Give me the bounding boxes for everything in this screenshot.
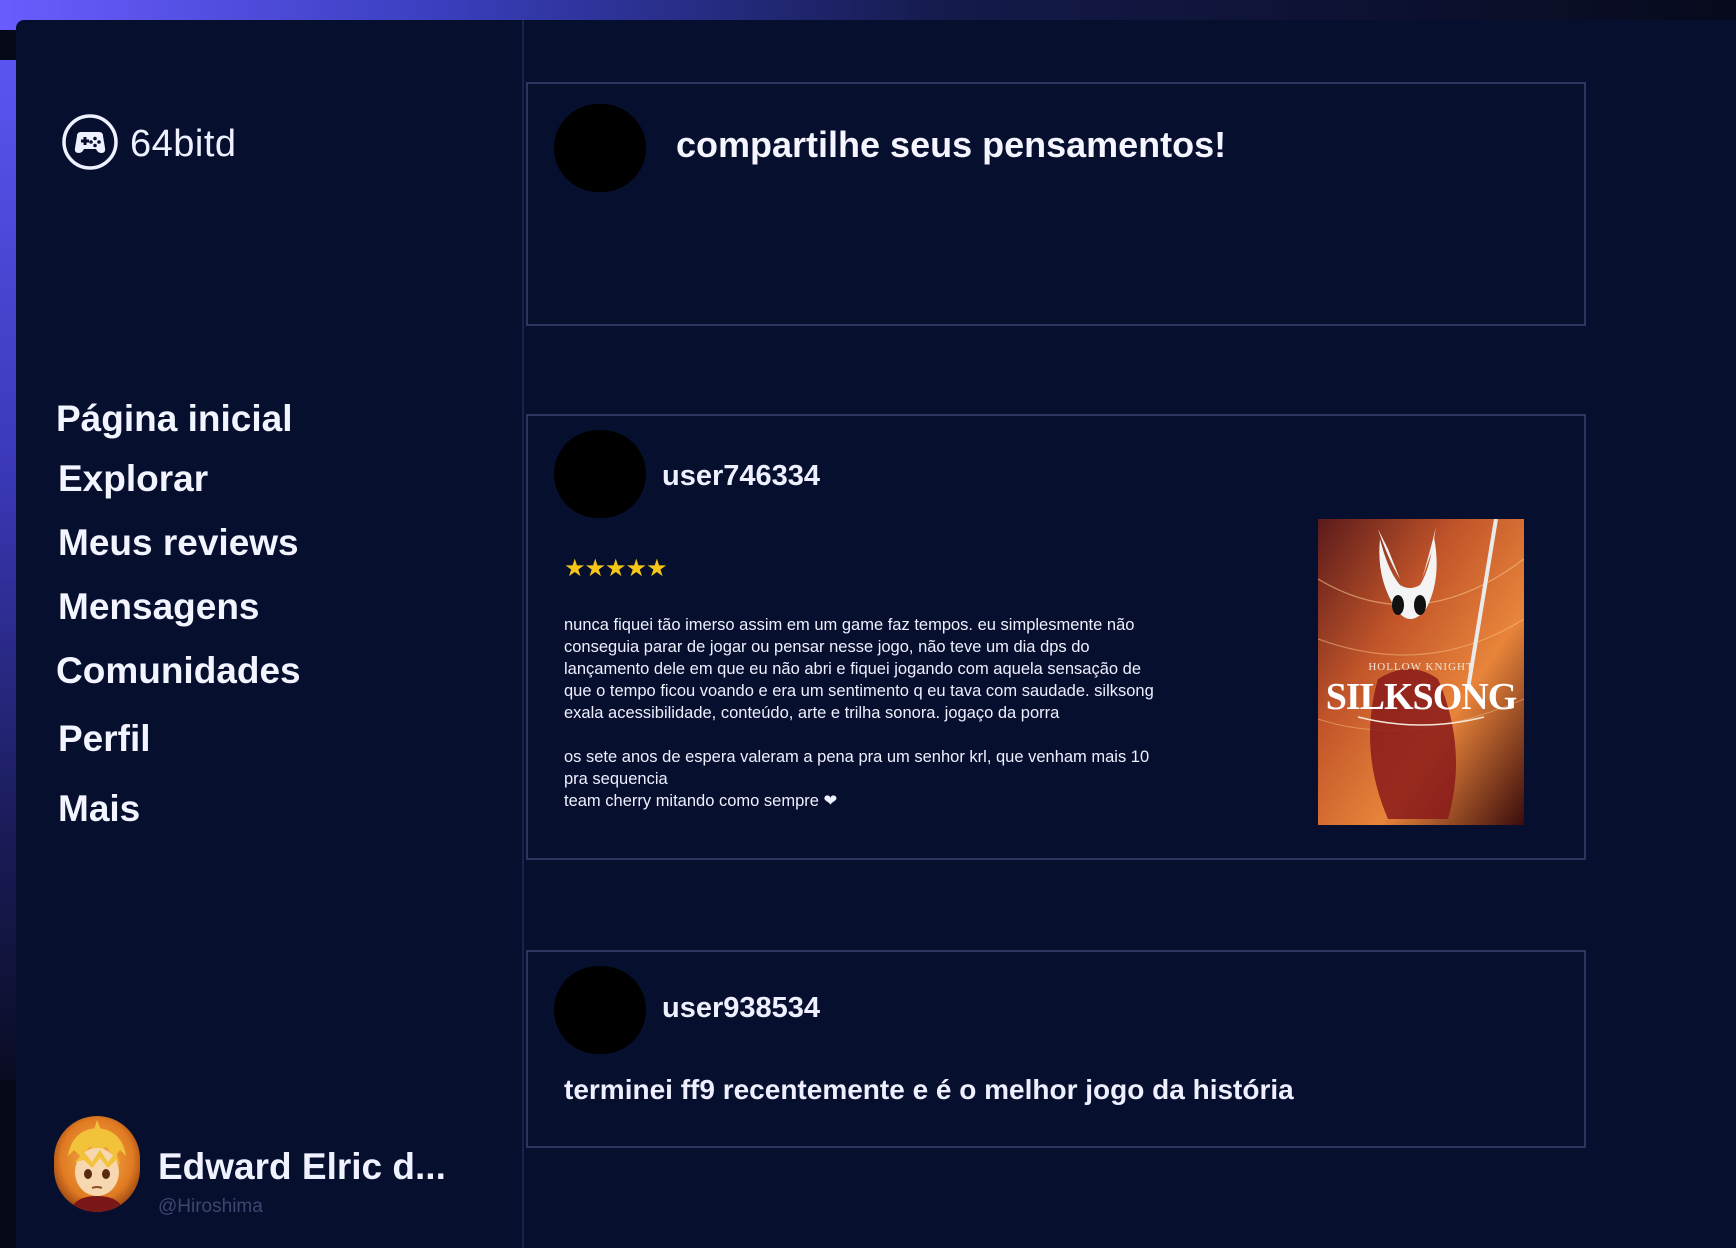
app-window: 64bitd Página inicial Explorar Meus revi… xyxy=(16,20,1736,1248)
review-text: nunca fiquei tão imerso assim em um game… xyxy=(564,616,1154,810)
post-username[interactable]: user746334 xyxy=(662,460,820,493)
sidebar-item-more[interactable]: Mais xyxy=(58,788,140,830)
sidebar-item-home[interactable]: Página inicial xyxy=(56,398,292,440)
cover-title: SILKSONG xyxy=(1326,676,1517,718)
composer-avatar xyxy=(554,104,646,192)
current-user-name: Edward Elric d... xyxy=(158,1146,446,1187)
review-post: user746334 ★★★★★ nunca fiquei tão imerso… xyxy=(526,414,1586,860)
sidebar-item-communities[interactable]: Comunidades xyxy=(56,650,301,692)
sidebar-item-my-reviews[interactable]: Meus reviews xyxy=(58,522,299,564)
sidebar-item-explore[interactable]: Explorar xyxy=(58,458,208,500)
current-user-card[interactable]: Edward Elric d... @Hiroshima xyxy=(54,1116,494,1226)
cover-subtitle: HOLLOW KNIGHT xyxy=(1368,661,1473,673)
gamepad-icon xyxy=(60,112,120,177)
post-text: terminei ff9 recentemente e é o melhor j… xyxy=(564,1074,1294,1105)
star-rating: ★★★★★ xyxy=(564,555,668,582)
composer-input[interactable]: compartilhe seus pensamentos! xyxy=(676,124,1226,166)
current-user-handle: @Hiroshima xyxy=(158,1196,263,1217)
text-post: user938534 terminei ff9 recentemente e é… xyxy=(526,950,1586,1148)
sidebar-item-messages[interactable]: Mensagens xyxy=(58,586,260,628)
post-avatar[interactable] xyxy=(554,966,646,1054)
sidebar: 64bitd Página inicial Explorar Meus revi… xyxy=(16,20,524,1248)
game-cover-image[interactable]: HOLLOW KNIGHT SILKSONG xyxy=(1318,519,1524,825)
app-name: 64bitd xyxy=(130,123,237,165)
avatar[interactable] xyxy=(54,1116,140,1212)
sidebar-item-profile[interactable]: Perfil xyxy=(58,718,151,760)
composer-card: compartilhe seus pensamentos! xyxy=(526,82,1586,326)
screen: 64bitd Página inicial Explorar Meus revi… xyxy=(0,0,1736,1248)
post-avatar[interactable] xyxy=(554,430,646,518)
post-username[interactable]: user938534 xyxy=(662,992,820,1025)
app-logo[interactable]: 64bitd xyxy=(60,112,237,177)
